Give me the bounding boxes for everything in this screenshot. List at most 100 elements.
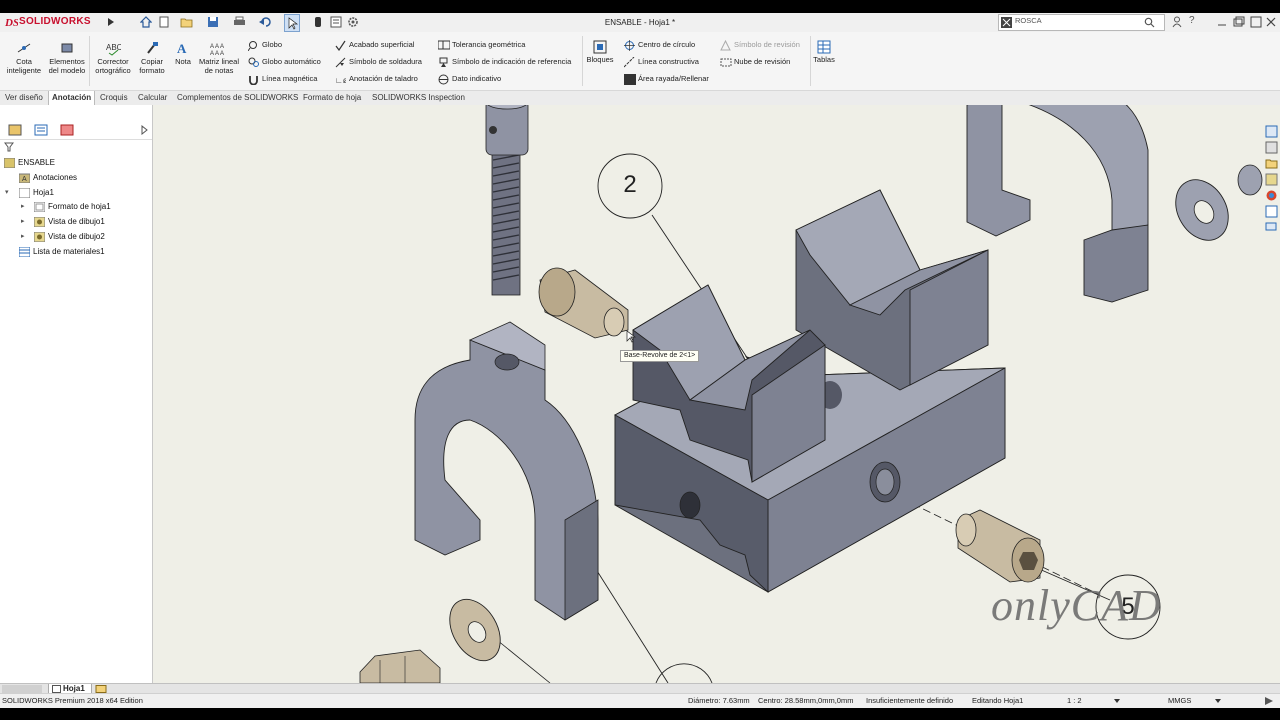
cap-screw-part[interactable] — [538, 267, 629, 339]
right-cap-screw-part[interactable] — [955, 509, 1045, 583]
window-max-icon[interactable] — [1250, 16, 1262, 28]
scale-dropdown-icon[interactable] — [1114, 698, 1120, 704]
solidworks-logo[interactable]: DS SOLIDWORKS — [4, 15, 104, 30]
center-mark-button[interactable]: Centro de círculo — [624, 39, 695, 51]
ribbon-separator — [89, 36, 90, 86]
spell-checker-button[interactable]: ABC Corrector ortográfico — [92, 40, 134, 75]
traffic-light-icon[interactable] — [313, 16, 323, 28]
home-icon[interactable] — [140, 16, 152, 28]
panel-expand-icon[interactable] — [141, 125, 149, 135]
expand-icon[interactable]: ▸ — [21, 215, 25, 229]
tables-icon — [817, 40, 831, 54]
watermark: onlyCAD — [991, 581, 1162, 630]
format-painter-icon — [147, 42, 158, 54]
window-title: ENSABLE - Hoja1 * — [604, 18, 676, 27]
collapse-icon[interactable]: ▾ — [5, 186, 9, 200]
surface-finish-button[interactable]: Acabado superficial — [335, 39, 414, 51]
smart-dimension-button[interactable]: Cota inteligente — [2, 40, 46, 75]
tab-solidworks-inspection[interactable]: SOLIDWORKS Inspection — [369, 91, 468, 105]
sheet-scroll-controls[interactable] — [2, 685, 42, 693]
washer-part[interactable] — [1165, 170, 1239, 249]
restore-icon[interactable] — [1233, 16, 1245, 28]
balloon-partial[interactable] — [655, 663, 713, 683]
nut-part[interactable] — [1237, 164, 1263, 196]
drawing-view-icon — [34, 217, 45, 227]
ribbon-separator — [582, 36, 583, 86]
panel-tabs — [0, 121, 152, 140]
edition-text: SOLIDWORKS Premium 2018 x64 Edition — [2, 696, 143, 705]
print-icon[interactable] — [233, 16, 247, 28]
configuration-manager-icon[interactable] — [60, 124, 74, 136]
hex-bolt-part[interactable] — [359, 649, 441, 683]
balloon-button[interactable]: Globo — [248, 39, 282, 51]
tab-formato-hoja[interactable]: Formato de hoja — [300, 91, 364, 105]
options-gear-icon[interactable] — [347, 16, 359, 28]
select-tool-button[interactable] — [284, 14, 300, 32]
minimize-icon[interactable] — [1217, 17, 1227, 27]
datum-target-icon — [438, 74, 449, 85]
scale-readout[interactable]: 1 : 2 — [1067, 694, 1082, 708]
undo-icon[interactable] — [259, 16, 273, 28]
command-tabs: Ver diseño Anotación Croquis Calcular Co… — [0, 90, 1280, 106]
balloon-2-label: 2 — [623, 171, 637, 198]
tab-anotacion[interactable]: Anotación — [48, 91, 96, 105]
datum-feature-button[interactable]: Símbolo de indicación de referencia — [439, 56, 571, 68]
linear-note-pattern-button[interactable]: A A AA A A Matriz lineal de notas — [196, 40, 242, 75]
tab-calcular[interactable]: Calcular — [135, 91, 170, 105]
drawing-canvas[interactable]: 2 5 onlyCAD — [153, 105, 1280, 683]
svg-text:A A A: A A A — [210, 44, 224, 50]
annotations-folder-icon: A — [19, 173, 30, 183]
auto-balloon-button[interactable]: Globo automático — [248, 56, 321, 68]
explode-line — [496, 639, 551, 683]
status-expand-icon[interactable] — [1265, 697, 1273, 705]
surface-finish-icon — [335, 40, 346, 51]
note-icon: A — [177, 41, 187, 56]
feature-manager-panel: ENSABLE A Anotaciones ▾ Hoja1 ▸ Formato … — [0, 105, 153, 683]
open-folder-icon[interactable] — [180, 16, 194, 28]
blocks-button[interactable]: Bloques — [584, 40, 616, 65]
revision-symbol-button[interactable]: Símbolo de revisión — [720, 39, 800, 51]
drawing-view-icon — [34, 232, 45, 242]
save-icon[interactable] — [207, 16, 221, 28]
new-document-icon[interactable] — [158, 16, 172, 28]
file-properties-icon[interactable] — [330, 16, 342, 28]
user-icon[interactable] — [1172, 16, 1182, 28]
weld-symbol-button[interactable]: Símbolo de soldadura — [335, 56, 422, 68]
menu-expand-icon[interactable] — [107, 17, 115, 27]
add-sheet-icon[interactable] — [95, 685, 107, 693]
tab-complementos[interactable]: Complementos de SOLIDWORKS — [174, 91, 301, 105]
close-icon[interactable] — [1265, 16, 1277, 28]
washer-part[interactable] — [439, 590, 510, 669]
units-dropdown-icon[interactable] — [1215, 698, 1221, 704]
tables-button[interactable]: Tablas — [812, 40, 836, 65]
cursor-icon — [288, 17, 299, 30]
area-hatch-button[interactable]: Área rayada/Rellenar — [624, 73, 709, 85]
model-items-button[interactable]: Elementos del modelo — [46, 40, 88, 75]
vertical-screw-part[interactable] — [485, 105, 529, 296]
datum-target-button[interactable]: Dato indicativo — [438, 73, 501, 85]
tab-ver-diseno[interactable]: Ver diseño — [2, 91, 46, 105]
magnet-icon — [249, 76, 258, 85]
filter-icon[interactable] — [4, 142, 14, 152]
u-clamp-left-part[interactable] — [414, 321, 599, 621]
hole-callout-button[interactable]: ∟ø Anotación de taladro — [335, 73, 418, 85]
revision-cloud-button[interactable]: Nube de revisión — [720, 56, 790, 68]
units-selector[interactable]: MMGS — [1168, 694, 1191, 708]
u-clamp-right-part[interactable] — [966, 105, 1149, 303]
format-painter-button[interactable]: Copiar formato — [135, 40, 169, 75]
property-manager-icon[interactable] — [34, 124, 48, 136]
search-icon[interactable] — [1144, 17, 1155, 28]
expand-icon[interactable]: ▸ — [21, 230, 25, 244]
expand-icon[interactable]: ▸ — [21, 200, 25, 214]
search-input[interactable]: ROSCA — [1015, 16, 1042, 25]
magnetic-line-button[interactable]: Línea magnética — [249, 73, 317, 85]
feature-tree-icon[interactable] — [8, 124, 22, 136]
help-icon[interactable]: ? — [1189, 15, 1195, 26]
centerline-icon — [624, 57, 635, 68]
centerline-button[interactable]: Línea constructiva — [624, 56, 699, 68]
search-box[interactable]: ROSCA — [998, 14, 1165, 31]
note-button[interactable]: A Nota — [172, 40, 194, 67]
tab-croquis[interactable]: Croquis — [97, 91, 131, 105]
title-bar: DS SOLIDWORKS ENSABLE - Hoja1 * ROSCA ? — [0, 13, 1280, 33]
geometric-tolerance-button[interactable]: Tolerancia geométrica — [438, 39, 525, 51]
